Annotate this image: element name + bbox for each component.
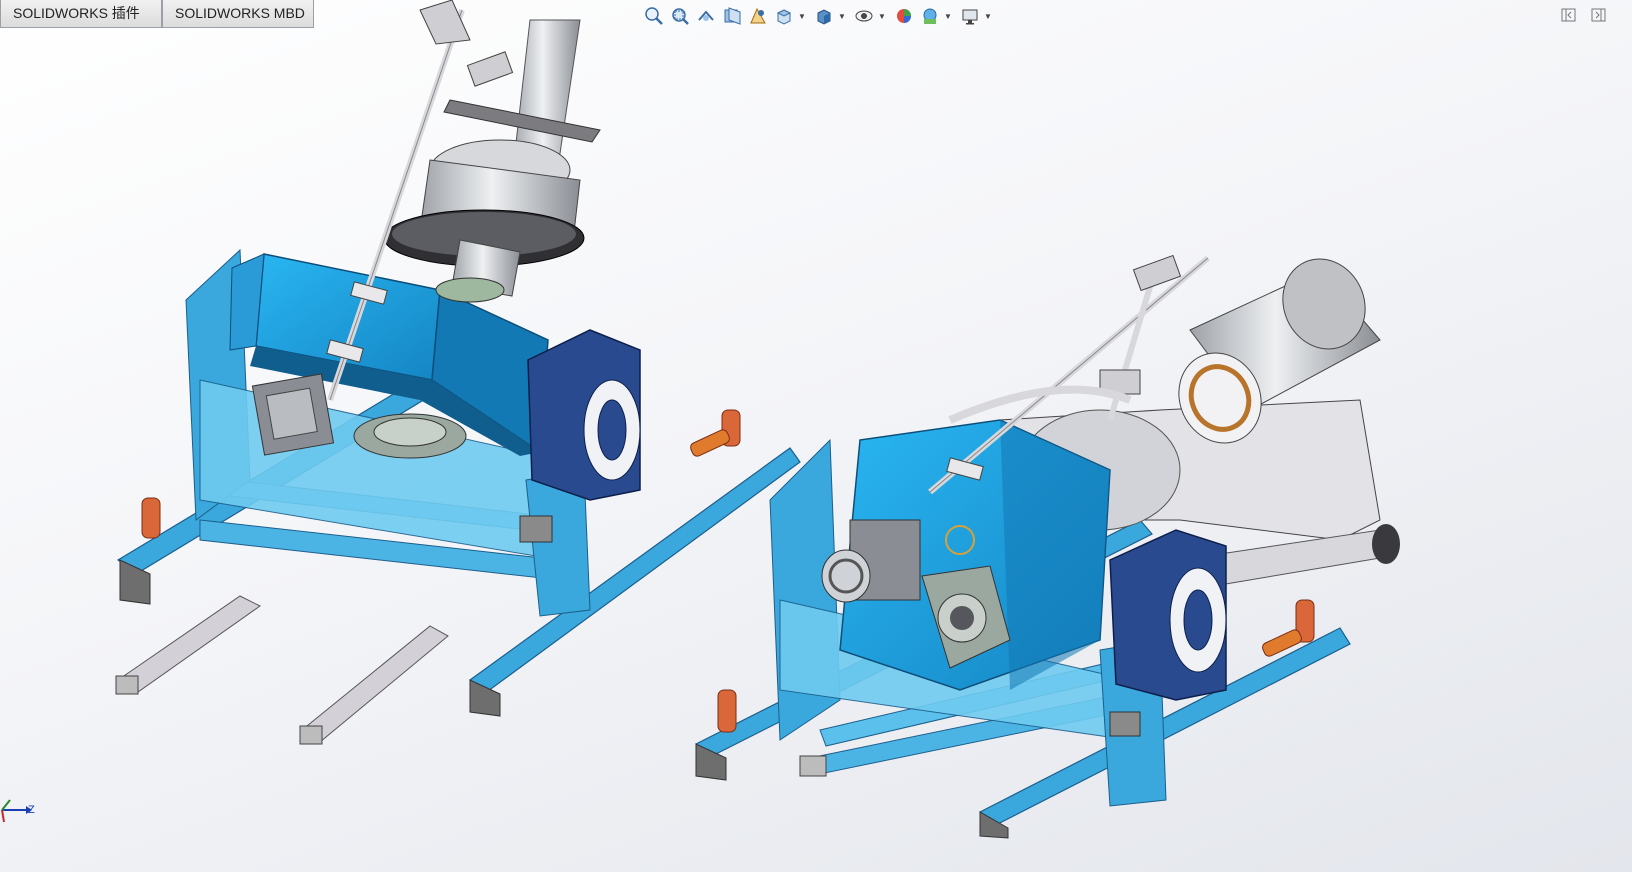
- display-style-icon[interactable]: [812, 5, 836, 27]
- zoom-to-fit-icon[interactable]: [642, 5, 666, 27]
- tab-solidworks-mbd[interactable]: SOLIDWORKS MBD: [162, 0, 314, 28]
- apply-scene-dropdown-icon[interactable]: ▼: [944, 5, 952, 27]
- collapse-right-icon[interactable]: [1590, 6, 1608, 24]
- triad-axis-label: Z: [28, 804, 35, 816]
- left-positioner: [115, 0, 801, 745]
- hide-show-items-icon[interactable]: [852, 5, 876, 27]
- view-orientation-icon[interactable]: [772, 5, 796, 27]
- apply-scene-icon[interactable]: [918, 5, 942, 27]
- hide-show-dropdown-icon[interactable]: ▼: [878, 5, 886, 27]
- edit-appearance-icon[interactable]: [892, 5, 916, 27]
- section-view-icon[interactable]: [720, 5, 744, 27]
- display-style-dropdown-icon[interactable]: ▼: [838, 5, 846, 27]
- previous-view-icon[interactable]: [694, 5, 718, 27]
- collapse-left-icon[interactable]: [1560, 6, 1578, 24]
- heads-up-view-toolbar: ▼ ▼ ▼ ▼ ▼: [642, 4, 996, 28]
- view-orientation-dropdown-icon[interactable]: ▼: [798, 5, 806, 27]
- view-settings-dropdown-icon[interactable]: ▼: [984, 5, 992, 27]
- right-positioner: [695, 254, 1400, 839]
- command-manager-tabs: SOLIDWORKS 插件 SOLIDWORKS MBD: [0, 0, 314, 28]
- tab-solidworks-addins[interactable]: SOLIDWORKS 插件: [0, 0, 162, 28]
- model-viewport[interactable]: [0, 0, 1632, 872]
- dynamic-annotation-icon[interactable]: [746, 5, 770, 27]
- view-settings-icon[interactable]: [958, 5, 982, 27]
- zoom-to-area-icon[interactable]: [668, 5, 692, 27]
